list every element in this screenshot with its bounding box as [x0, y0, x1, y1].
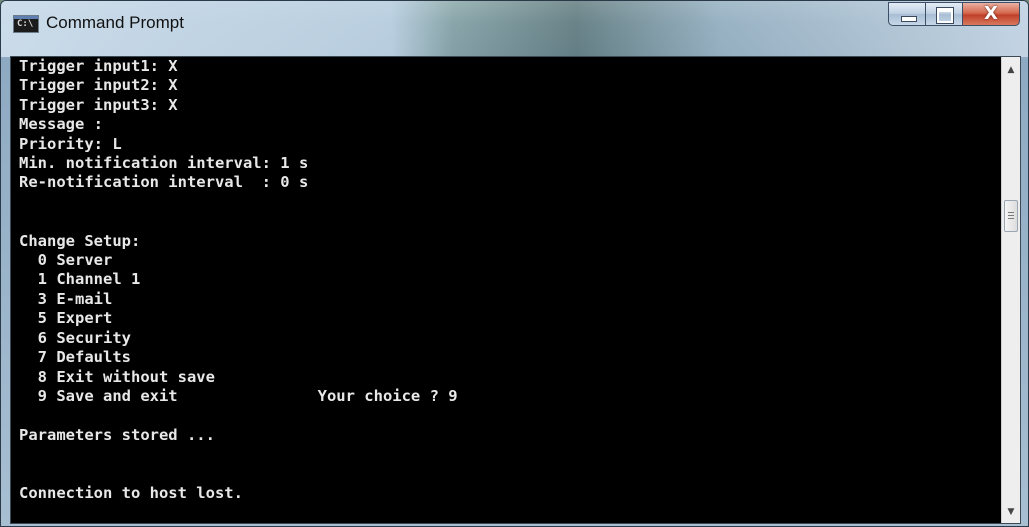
console-output[interactable]: Trigger input1: X Trigger input2: X Trigge… [19, 57, 999, 526]
scroll-down-arrow-icon[interactable]: ▼ [1002, 503, 1020, 521]
console-line: 9 Save and exit Your choice ? 9 [19, 386, 458, 405]
cmd-app-icon[interactable]: C:\ [13, 15, 39, 33]
minimize-button[interactable] [888, 2, 926, 26]
console-line: C:\Users\Cypress> [19, 523, 999, 526]
console-area[interactable]: Trigger input1: X Trigger input2: X Trigge… [10, 56, 1021, 526]
console-line: 6 Security [19, 328, 131, 347]
console-line: 1 Channel 1 [19, 270, 141, 289]
close-button[interactable]: X [962, 2, 1020, 26]
console-line: 5 Expert [19, 309, 113, 328]
console-line: Re-notification interval : 0 s [19, 173, 309, 192]
vertical-scrollbar[interactable]: ▲ ▼ [1001, 57, 1020, 523]
maximize-icon [936, 7, 954, 24]
console-line: Priority: L [19, 134, 122, 153]
minimize-icon [901, 16, 917, 22]
console-line: 7 Defaults [19, 348, 131, 367]
console-line: Min. notification interval: 1 s [19, 154, 309, 173]
scroll-thumb[interactable] [1004, 200, 1018, 232]
command-prompt-window: C:\ Command Prompt X Trigger input1: X Tr… [0, 0, 1029, 527]
window-title: Command Prompt [46, 13, 184, 32]
window-controls: X [888, 2, 1020, 28]
scroll-up-arrow-icon[interactable]: ▲ [1002, 61, 1020, 79]
console-line: 0 Server [19, 251, 113, 270]
console-line: 8 Exit without save [19, 367, 215, 386]
console-line: Connection to host lost. [19, 483, 243, 502]
console-line: Parameters stored ... [19, 425, 215, 444]
console-line: Change Setup: [19, 231, 141, 250]
console-line: Trigger input2: X [19, 76, 178, 95]
maximize-button[interactable] [925, 2, 963, 26]
console-line: Trigger input1: X [19, 57, 178, 75]
console-line: 3 E-mail [19, 289, 113, 308]
close-icon: X [984, 3, 998, 24]
console-line: Message : [19, 115, 103, 134]
console-line: Trigger input3: X [19, 95, 178, 114]
title-bar[interactable]: C:\ Command Prompt X [1, 1, 1028, 57]
